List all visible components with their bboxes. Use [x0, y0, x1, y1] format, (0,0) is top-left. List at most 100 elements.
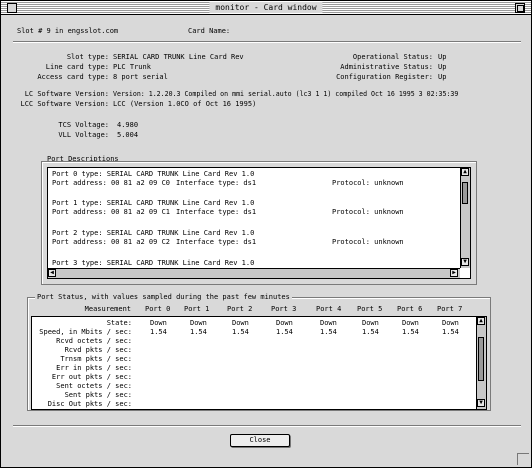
- lc-software-value: Version: 1.2.20.3 Compiled on mmi serial…: [113, 90, 459, 98]
- configuration-register-label: Configuration Register:: [336, 73, 433, 81]
- vll-voltage-value: 5.004: [117, 131, 139, 139]
- port-1-protocol: Protocol: unknown: [332, 208, 404, 216]
- port-7-header: Port 7: [437, 305, 463, 313]
- line-card-type-label: Line card type:: [45, 63, 109, 71]
- window-title: monitor - Card window: [209, 2, 323, 13]
- table-row: Trnsm pkts / sec:: [32, 355, 476, 364]
- port-descriptions-hscroll[interactable]: ◀ ▶: [48, 268, 460, 278]
- row-label: Trnsm pkts / sec:: [60, 355, 132, 363]
- cell-port-5: 1.54: [362, 328, 379, 336]
- scroll-up-arrow-icon[interactable]: ▲: [461, 168, 469, 176]
- card-name-label: Card Name:: [188, 27, 231, 35]
- scroll-thumb[interactable]: [462, 182, 468, 204]
- lcc-software-label: LCC Software Version:: [20, 100, 109, 108]
- footer-divider: [13, 425, 521, 427]
- operational-status-label: Operational Status:: [352, 53, 433, 61]
- cell-port-5: Down: [362, 319, 379, 327]
- port-0-interface: Interface type: ds1: [176, 179, 257, 187]
- table-row: State: Down Down Down Down Down Down Down Down: [32, 319, 476, 328]
- port-0-header: Port 0: [145, 305, 171, 313]
- port-descriptions-list[interactable]: Port 0 type: SERIAL CARD TRUNK Line Card…: [47, 167, 471, 279]
- row-label: Err out pkts / sec:: [51, 373, 132, 381]
- cell-port-0: 1.54: [150, 328, 167, 336]
- port-2-address: Port address: 00 81 a2 09 C2: [52, 238, 171, 246]
- cell-port-6: Down: [402, 319, 419, 327]
- close-box-icon[interactable]: [7, 3, 17, 13]
- cell-port-6: 1.54: [402, 328, 419, 336]
- cell-port-1: Down: [190, 319, 207, 327]
- port-0-protocol: Protocol: unknown: [332, 179, 404, 187]
- scroll-thumb[interactable]: [478, 337, 484, 381]
- port-status-header: Measurement Port 0 Port 1 Port 2 Port 3 …: [35, 304, 487, 316]
- port-status-vscroll[interactable]: ▲ ▼: [476, 317, 486, 409]
- table-row: Err in pkts / sec:: [32, 364, 476, 373]
- administrative-status-value: Up: [438, 63, 447, 71]
- line-card-type-value: PLC Trunk: [113, 63, 151, 71]
- port-descriptions-vscroll[interactable]: ▲ ▼: [460, 168, 470, 268]
- access-card-type-label: Access card type:: [37, 73, 109, 81]
- cell-port-2: 1.54: [232, 328, 249, 336]
- cell-port-3: Down: [276, 319, 293, 327]
- table-row: Sent pkts / sec:: [32, 391, 476, 400]
- tcs-voltage-label: TCS Voltage:: [58, 121, 109, 129]
- cell-port-2: Down: [232, 319, 249, 327]
- port-1-header: Port 1: [184, 305, 210, 313]
- scroll-up-arrow-icon[interactable]: ▲: [477, 317, 485, 325]
- operational-status-value: Up: [438, 53, 447, 61]
- cell-port-7: Down: [442, 319, 459, 327]
- cell-port-1: 1.54: [190, 328, 207, 336]
- table-row: Disc Out pkts / sec:: [32, 400, 476, 409]
- row-label: Rcvd pkts / sec:: [64, 346, 132, 354]
- scroll-down-arrow-icon[interactable]: ▼: [477, 399, 485, 407]
- port-6-header: Port 6: [397, 305, 423, 313]
- port-0-address: Port address: 00 81 a2 09 C0: [52, 179, 171, 187]
- cell-port-4: 1.54: [320, 328, 337, 336]
- cell-port-7: 1.54: [442, 328, 459, 336]
- administrative-status-label: Administrative Status:: [340, 63, 433, 71]
- row-label: Err in pkts / sec:: [56, 364, 132, 372]
- row-label: Disc Out pkts / sec:: [47, 400, 132, 408]
- cell-port-0: Down: [150, 319, 167, 327]
- zoom-box-icon[interactable]: [515, 3, 525, 13]
- measurement-header: Measurement: [84, 305, 131, 313]
- port-1-address: Port address: 00 81 a2 09 C1: [52, 208, 171, 216]
- close-button[interactable]: Close: [230, 434, 290, 447]
- title-bar[interactable]: monitor - Card window: [1, 1, 531, 15]
- table-row: Sent octets / sec:: [32, 382, 476, 391]
- port-2-interface: Interface type: ds1: [176, 238, 257, 246]
- scroll-right-arrow-icon[interactable]: ▶: [450, 269, 458, 277]
- cell-port-3: 1.54: [276, 328, 293, 336]
- configuration-register-value: Up: [438, 73, 447, 81]
- table-row: Err out pkts / sec:: [32, 373, 476, 382]
- port-status-table[interactable]: State: Down Down Down Down Down Down Down Down Sp…: [31, 316, 487, 410]
- slot-label: Slot # 9 in engsslot.com: [17, 27, 119, 35]
- slot-type-value: SERIAL CARD TRUNK Line Card Rev: [113, 53, 244, 61]
- table-row: Rcvd octets / sec:: [32, 337, 476, 346]
- access-card-type-value: 8 port serial: [113, 73, 168, 81]
- port-2-type: Port 2 type: SERIAL CARD TRUNK Line Card…: [52, 229, 255, 237]
- port-status-title: Port Status, with values sampled during …: [35, 293, 292, 301]
- port-0-type: Port 0 type: SERIAL CARD TRUNK Line Card…: [52, 170, 255, 178]
- cell-port-4: Down: [320, 319, 337, 327]
- port-3-type: Port 3 type: SERIAL CARD TRUNK Line Card…: [52, 259, 255, 267]
- row-label: State:: [106, 319, 132, 327]
- row-label: Sent octets / sec:: [56, 382, 132, 390]
- table-row: Speed, in Mbits / sec: 1.54 1.54 1.54 1.54 1.…: [32, 328, 476, 337]
- port-3-header: Port 3: [271, 305, 297, 313]
- resize-grip-icon[interactable]: [517, 453, 529, 465]
- port-2-protocol: Protocol: unknown: [332, 238, 404, 246]
- table-row: Rcvd pkts / sec:: [32, 346, 476, 355]
- lc-software-label: LC Software Version:: [24, 90, 109, 98]
- tcs-voltage-value: 4.980: [117, 121, 139, 129]
- header-divider: [13, 41, 521, 43]
- port-4-header: Port 4: [316, 305, 342, 313]
- port-1-type: Port 1 type: SERIAL CARD TRUNK Line Card…: [52, 199, 255, 207]
- card-window: monitor - Card window Slot # 9 in engssl…: [0, 0, 532, 468]
- port-2-header: Port 2: [227, 305, 253, 313]
- row-label: Speed, in Mbits / sec:: [39, 328, 132, 336]
- scroll-left-arrow-icon[interactable]: ◀: [48, 269, 56, 277]
- port-1-interface: Interface type: ds1: [176, 208, 257, 216]
- scroll-down-arrow-icon[interactable]: ▼: [461, 258, 469, 266]
- row-label: Rcvd octets / sec:: [56, 337, 132, 345]
- slot-type-label: Slot type:: [66, 53, 109, 61]
